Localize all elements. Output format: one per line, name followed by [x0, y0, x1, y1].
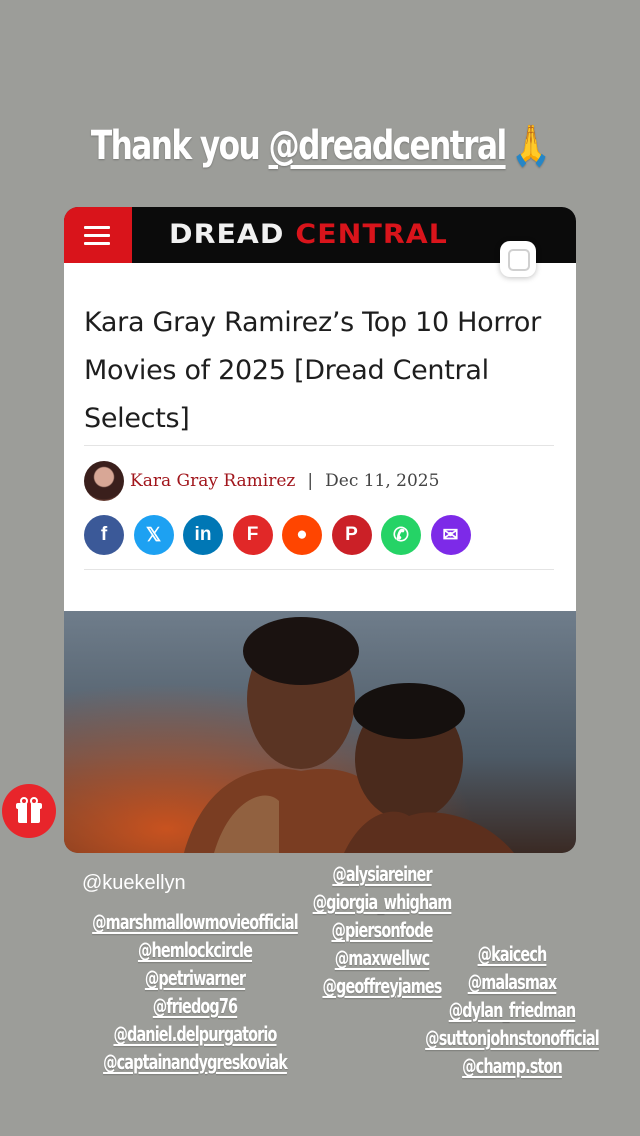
publish-date: Dec 11, 2025 [325, 471, 440, 491]
folded-hands-icon: 🙏 [511, 123, 551, 169]
byline: Kara Gray Ramirez | Dec 11, 2025 [84, 461, 439, 501]
sticker-corner-icon[interactable] [500, 241, 536, 277]
gift-sticker-icon[interactable] [2, 784, 56, 838]
flipboard-icon[interactable]: F [232, 515, 273, 555]
mention-tag[interactable]: @giorgia_whigham [260, 890, 505, 914]
x-icon[interactable]: 𝕏 [133, 515, 174, 555]
mention-tag[interactable]: @malasmax [390, 970, 635, 994]
caption-mention-link[interactable]: @dreadcentral [268, 123, 507, 169]
logo-word-dread: DREAD [169, 219, 285, 250]
mention-tag[interactable]: @champ.ston [390, 1054, 635, 1078]
mention-tag[interactable]: @alysiareiner [260, 862, 505, 886]
mention-tag[interactable]: @kuekellyn [82, 872, 186, 895]
reddit-icon[interactable]: ● [282, 515, 322, 555]
share-buttons: f 𝕏in F ● P ✆ ✉ [84, 515, 480, 555]
article-title: Kara Gray Ramirez’s Top 10 Horror Movies… [84, 307, 541, 434]
byline-separator: | [307, 471, 314, 491]
author-avatar [84, 461, 124, 501]
mention-tag[interactable]: @daniel.delpurgatorio [73, 1022, 318, 1046]
logo-word-central: CENTRAL [295, 219, 448, 250]
hamburger-menu-button[interactable] [64, 207, 132, 263]
email-icon[interactable]: ✉ [430, 515, 471, 555]
site-logo[interactable]: DREAD CENTRAL [169, 217, 448, 253]
pinterest-icon[interactable]: P [331, 515, 372, 555]
article-hero-image [64, 611, 576, 853]
story-caption: Thank you @dreadcentral 🙏 [70, 122, 569, 169]
divider [84, 569, 554, 570]
mention-tag[interactable]: @piersonfode [260, 918, 505, 942]
mention-tag[interactable]: @suttonjohnstonofficial [390, 1026, 635, 1050]
caption-text: Thank you [90, 123, 269, 169]
mention-tag[interactable]: @kaicech [390, 942, 635, 966]
linkedin-icon[interactable]: in [183, 515, 223, 555]
author-name[interactable]: Kara Gray Ramirez [130, 471, 295, 491]
divider [84, 445, 554, 446]
shared-article-card[interactable]: DREAD CENTRAL Kara Gray Ramirez’s Top 10… [64, 207, 576, 853]
mention-tag[interactable]: @captainandygreskoviak [73, 1050, 318, 1074]
whatsapp-icon[interactable]: ✆ [381, 515, 421, 555]
mention-tag[interactable]: @dylan_friedman [390, 998, 635, 1022]
facebook-icon[interactable]: f [84, 515, 124, 555]
